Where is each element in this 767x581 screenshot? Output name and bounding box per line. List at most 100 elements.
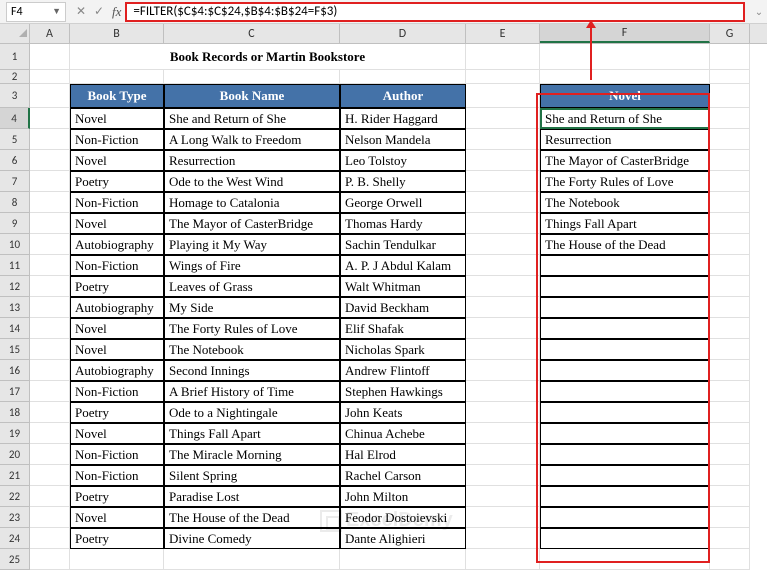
cell[interactable] (30, 381, 70, 402)
row-header[interactable]: 21 (0, 465, 30, 486)
table-cell[interactable]: Poetry (70, 171, 164, 192)
table-header-booktype[interactable]: Book Type (70, 84, 164, 108)
cell[interactable] (466, 549, 540, 570)
cell[interactable] (30, 108, 70, 129)
table-cell[interactable]: Autobiography (70, 360, 164, 381)
cell[interactable] (30, 360, 70, 381)
table-cell[interactable]: Ode to the West Wind (164, 171, 340, 192)
cell[interactable] (710, 84, 750, 108)
table-cell[interactable]: Novel (70, 339, 164, 360)
cell[interactable] (30, 234, 70, 255)
table-cell[interactable]: John Milton (340, 486, 466, 507)
filter-result-cell[interactable]: The Notebook (540, 192, 710, 213)
row-header[interactable]: 24 (0, 528, 30, 549)
row-header[interactable]: 22 (0, 486, 30, 507)
col-header-a[interactable]: A (30, 24, 70, 43)
cell[interactable] (30, 297, 70, 318)
filter-result-cell[interactable]: The House of the Dead (540, 234, 710, 255)
cell[interactable] (30, 150, 70, 171)
cell[interactable] (466, 423, 540, 444)
table-cell[interactable]: She and Return of She (164, 108, 340, 129)
table-cell[interactable]: Poetry (70, 402, 164, 423)
cell[interactable] (540, 44, 710, 70)
table-cell[interactable]: David Beckham (340, 297, 466, 318)
cell[interactable] (466, 255, 540, 276)
table-cell[interactable]: Autobiography (70, 297, 164, 318)
cell[interactable] (710, 549, 750, 570)
table-cell[interactable]: Chinua Achebe (340, 423, 466, 444)
cell[interactable] (466, 444, 540, 465)
table-cell[interactable]: Resurrection (164, 150, 340, 171)
cell[interactable] (710, 44, 750, 70)
table-cell[interactable]: Poetry (70, 528, 164, 549)
filter-result-cell[interactable] (540, 423, 710, 444)
cell[interactable] (466, 297, 540, 318)
row-header[interactable]: 15 (0, 339, 30, 360)
table-cell[interactable]: Things Fall Apart (164, 423, 340, 444)
row-header[interactable]: 17 (0, 381, 30, 402)
table-cell[interactable]: The Notebook (164, 339, 340, 360)
cell[interactable] (466, 44, 540, 70)
table-cell[interactable]: P. B. Shelly (340, 171, 466, 192)
table-cell[interactable]: Novel (70, 423, 164, 444)
table-cell[interactable]: H. Rider Haggard (340, 108, 466, 129)
filter-result-cell[interactable] (540, 507, 710, 528)
filter-result-cell[interactable] (540, 444, 710, 465)
cell[interactable] (30, 402, 70, 423)
table-header-author[interactable]: Author (340, 84, 466, 108)
cell[interactable] (710, 423, 750, 444)
enter-icon[interactable]: ✓ (90, 3, 108, 21)
cell[interactable] (30, 423, 70, 444)
cell[interactable] (710, 402, 750, 423)
filter-result-cell[interactable] (540, 381, 710, 402)
cell[interactable] (710, 129, 750, 150)
filter-result-cell[interactable] (540, 255, 710, 276)
formula-expand-icon[interactable]: ⌄ (751, 5, 767, 18)
table-cell[interactable]: John Keats (340, 402, 466, 423)
filter-result-cell[interactable]: She and Return of She (540, 108, 710, 129)
row-header[interactable]: 25 (0, 549, 30, 570)
filter-result-cell[interactable] (540, 297, 710, 318)
cell[interactable] (710, 507, 750, 528)
table-cell[interactable]: A Long Walk to Freedom (164, 129, 340, 150)
row-header[interactable]: 9 (0, 213, 30, 234)
col-header-c[interactable]: C (164, 24, 340, 43)
row-header[interactable]: 10 (0, 234, 30, 255)
filter-result-cell[interactable] (540, 318, 710, 339)
cell[interactable] (30, 339, 70, 360)
cell[interactable] (466, 213, 540, 234)
filter-result-cell[interactable] (540, 276, 710, 297)
cell[interactable] (340, 70, 466, 84)
row-header[interactable]: 8 (0, 192, 30, 213)
cell[interactable] (466, 402, 540, 423)
cell[interactable] (466, 150, 540, 171)
cell[interactable] (30, 276, 70, 297)
cell[interactable] (466, 108, 540, 129)
table-cell[interactable]: Non-Fiction (70, 381, 164, 402)
cell[interactable] (30, 318, 70, 339)
table-cell[interactable]: Poetry (70, 276, 164, 297)
name-box-dropdown-icon[interactable]: ▼ (52, 6, 61, 17)
cell[interactable] (540, 70, 710, 84)
cell[interactable] (30, 213, 70, 234)
col-header-b[interactable]: B (70, 24, 164, 43)
cell[interactable] (30, 44, 70, 70)
cell[interactable] (30, 171, 70, 192)
row-header[interactable]: 18 (0, 402, 30, 423)
cell[interactable] (70, 549, 164, 570)
cell[interactable] (30, 84, 70, 108)
filter-result-cell[interactable] (540, 528, 710, 549)
row-header[interactable]: 19 (0, 423, 30, 444)
cell[interactable] (30, 129, 70, 150)
table-cell[interactable]: Silent Spring (164, 465, 340, 486)
select-all-corner[interactable] (0, 24, 30, 43)
cell[interactable] (30, 192, 70, 213)
cell[interactable] (466, 381, 540, 402)
col-header-d[interactable]: D (340, 24, 466, 43)
table-cell[interactable]: The House of the Dead (164, 507, 340, 528)
table-cell[interactable]: Divine Comedy (164, 528, 340, 549)
table-header-bookname[interactable]: Book Name (164, 84, 340, 108)
cell[interactable] (466, 486, 540, 507)
name-box[interactable]: F4 ▼ (6, 2, 66, 22)
row-header[interactable]: 16 (0, 360, 30, 381)
